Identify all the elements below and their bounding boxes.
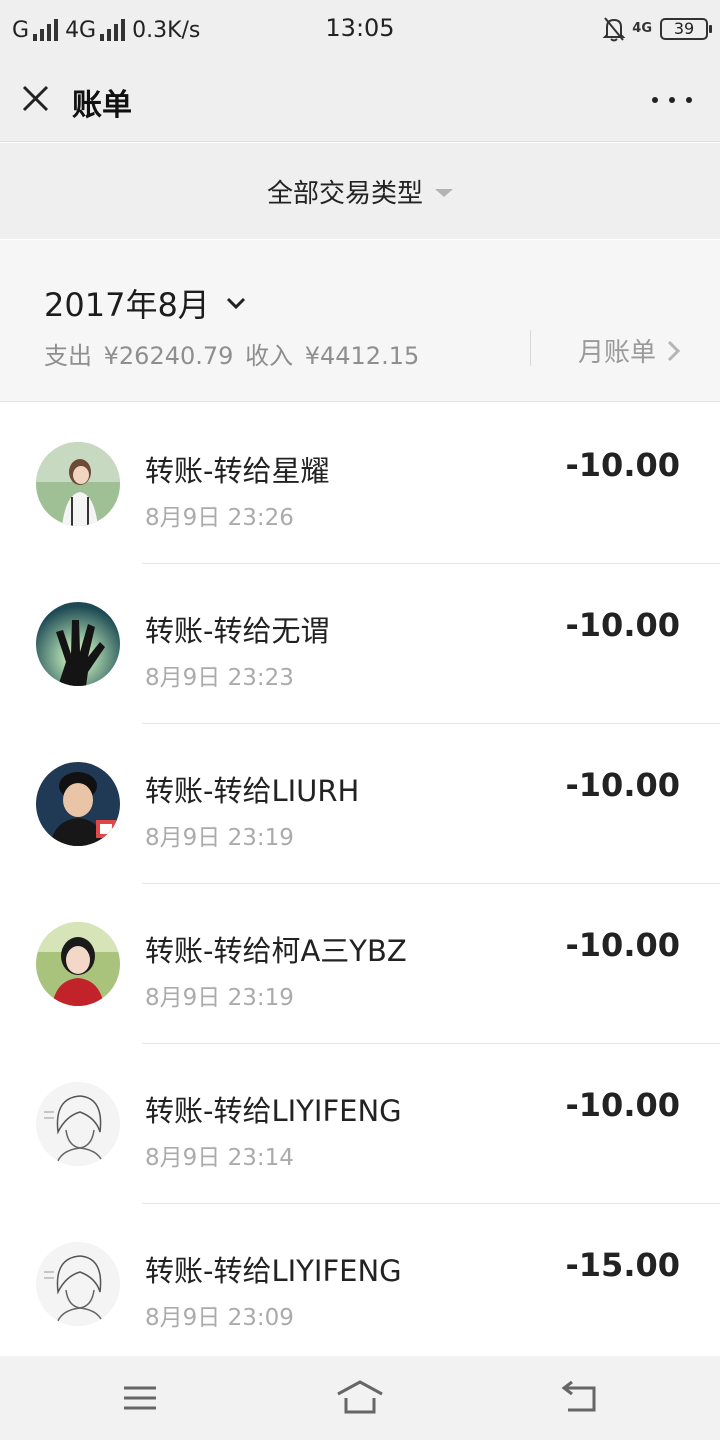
chevron-down-icon — [226, 297, 245, 310]
transaction-time: 8月9日 23:14 — [145, 1145, 294, 1171]
transaction-type-filter[interactable]: 全部交易类型 — [0, 143, 720, 239]
filter-label: 全部交易类型 — [266, 178, 423, 209]
monthly-bill-label: 月账单 — [578, 338, 657, 368]
transaction-title: 转账-转给无谓 — [145, 614, 330, 648]
transaction-row[interactable]: 转账-转给星耀 8月9日 23:26 -10.00 — [0, 404, 720, 564]
transaction-row[interactable]: 转账-转给无谓 8月9日 23:23 -10.00 — [0, 564, 720, 724]
expense-value: ¥26240.79 — [103, 342, 234, 370]
transaction-title: 转账-转给星耀 — [145, 454, 330, 488]
mute-bell-icon — [602, 17, 626, 42]
transaction-title: 转账-转给LIYIFENG — [145, 1254, 402, 1288]
month-selector[interactable]: 2017年8月 — [44, 280, 248, 326]
transaction-time: 8月9日 23:19 — [145, 825, 294, 851]
network-type: 4G — [632, 21, 652, 36]
expense-label: 支出 — [44, 342, 92, 370]
transaction-title: 转账-转给LIURH — [145, 774, 360, 808]
more-button[interactable] — [652, 86, 692, 114]
transaction-amount: -10.00 — [565, 446, 681, 484]
transaction-list: 转账-转给星耀 8月9日 23:26 -10.00 转账-转给无谓 8月9日 2… — [0, 404, 720, 1364]
transaction-time: 8月9日 23:26 — [145, 505, 294, 531]
month-label: 2017年8月 — [44, 286, 210, 324]
income-label: 收入 — [245, 342, 294, 370]
transaction-time: 8月9日 23:19 — [145, 985, 294, 1011]
transaction-row[interactable]: 转账-转给LIYIFENG 8月9日 23:09 -15.00 — [0, 1204, 720, 1364]
chevron-right-icon — [667, 340, 681, 361]
transaction-amount: -10.00 — [565, 1086, 681, 1124]
transaction-title: 转账-转给柯A三YBZ — [145, 934, 407, 968]
month-summary: 2017年8月 支出 ¥26240.79 收入 ¥4412.15 月账单 — [0, 240, 720, 402]
battery-icon: 39 — [660, 18, 712, 40]
page-title: 账单 — [72, 88, 132, 123]
status-bar: G 4G 0.3K/s 13:05 4G 39 — [0, 0, 720, 58]
avatar — [36, 1082, 120, 1166]
back-icon — [561, 1380, 596, 1412]
transaction-title: 转账-转给LIYIFENG — [145, 1094, 402, 1128]
transaction-time: 8月9日 23:09 — [145, 1305, 294, 1331]
close-button[interactable] — [16, 78, 56, 118]
nav-back-button[interactable] — [556, 1376, 604, 1420]
transaction-row[interactable]: 转账-转给柯A三YBZ 8月9日 23:19 -10.00 — [0, 884, 720, 1044]
close-icon — [22, 85, 49, 112]
transaction-amount: -10.00 — [565, 606, 681, 644]
divider — [530, 330, 531, 366]
more-icon — [652, 97, 658, 103]
transaction-amount: -10.00 — [565, 766, 681, 804]
nav-home-button[interactable] — [336, 1376, 384, 1420]
caret-down-icon — [435, 189, 453, 197]
avatar — [36, 602, 120, 686]
menu-icon — [124, 1386, 156, 1410]
avatar — [36, 442, 120, 526]
home-icon — [337, 1380, 383, 1414]
income-value: ¥4412.15 — [304, 342, 420, 370]
monthly-bill-link[interactable]: 月账单 — [578, 332, 682, 369]
transaction-row[interactable]: 转账-转给LIYIFENG 8月9日 23:14 -10.00 — [0, 1044, 720, 1204]
summary-text: 支出 ¥26240.79 收入 ¥4412.15 — [44, 336, 423, 371]
nav-menu-button[interactable] — [116, 1376, 164, 1420]
header: 账单 — [0, 58, 720, 142]
avatar — [36, 1242, 120, 1326]
system-nav-bar — [0, 1356, 720, 1440]
avatar — [36, 762, 120, 846]
avatar — [36, 922, 120, 1006]
status-right: 4G 39 — [602, 14, 712, 44]
transaction-row[interactable]: 转账-转给LIURH 8月9日 23:19 -10.00 — [0, 724, 720, 884]
transaction-amount: -15.00 — [565, 1246, 681, 1284]
transaction-amount: -10.00 — [565, 926, 681, 964]
transaction-time: 8月9日 23:23 — [145, 665, 294, 691]
